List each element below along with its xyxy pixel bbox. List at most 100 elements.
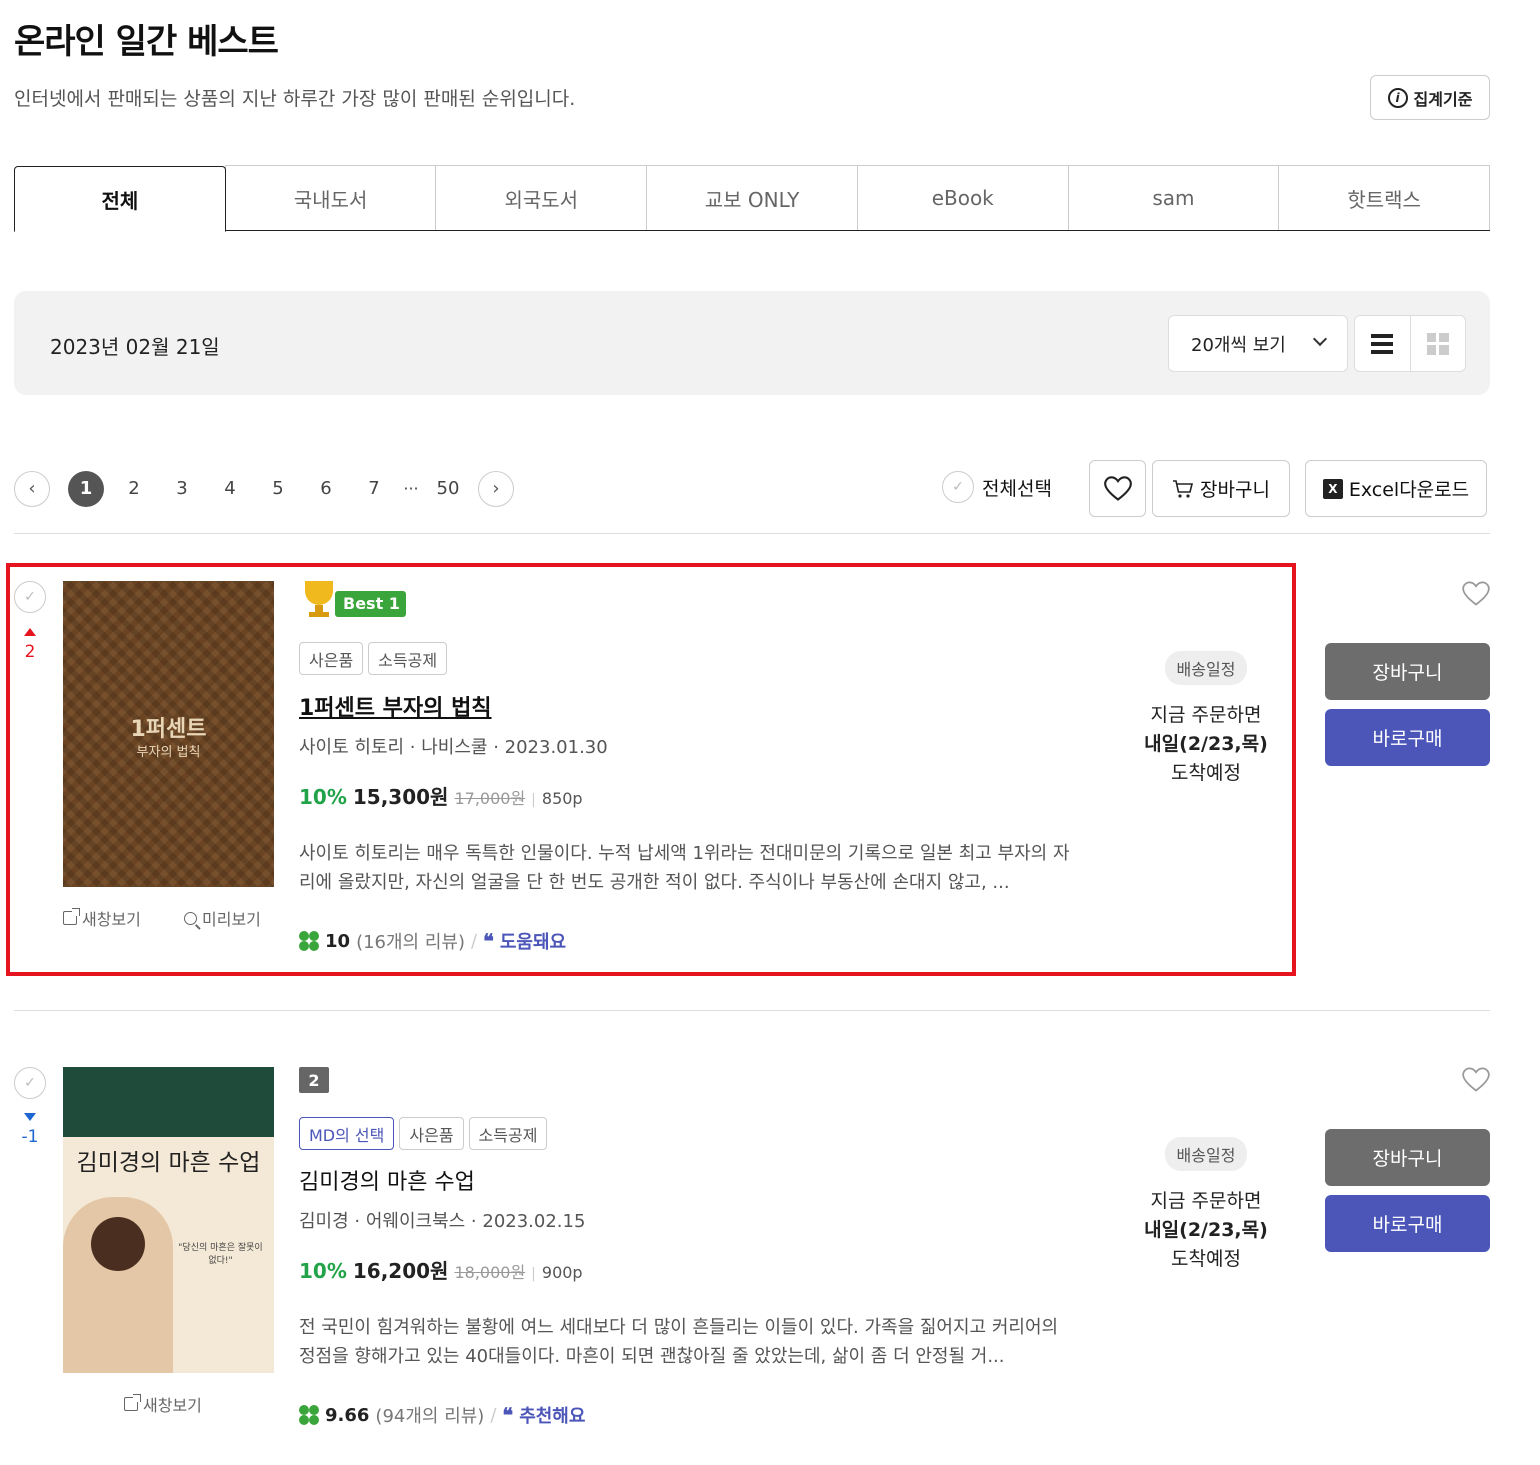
- delivery-line-1: 지금 주문하면: [1150, 1190, 1262, 1212]
- delivery-date: 내일(2/23,목): [1144, 1219, 1268, 1241]
- rating-score: 10: [325, 930, 351, 952]
- trophy-icon: [299, 579, 339, 619]
- original-price: 18,000원: [454, 1263, 526, 1282]
- book-price: 10% 15,300원 17,000원 | 850p: [299, 781, 583, 810]
- cart-button[interactable]: 장바구니: [1325, 643, 1490, 700]
- page-current[interactable]: 1: [68, 470, 104, 507]
- category-tabs: 전체 국내도서 외국도서 교보 ONLY eBook sam 핫트랙스: [14, 165, 1491, 232]
- wishlist-button[interactable]: [1089, 460, 1146, 517]
- book-review: 9.66 (94개의 리뷰) / ❝ 추천해요: [299, 1402, 585, 1428]
- delivery-line-1: 지금 주문하면: [1150, 704, 1262, 726]
- book-select-checkbox[interactable]: ✓: [14, 581, 46, 613]
- page-title: 온라인 일간 베스트: [14, 22, 279, 62]
- list-icon: [1371, 333, 1394, 354]
- book-cover[interactable]: 김미경의 마흔 수업 "당신의 마흔은 잘못이 없다!": [63, 1067, 274, 1373]
- book-description: 전 국민이 힘겨워하는 불황에 여느 세대보다 더 많이 흔들리는 이들이 있다…: [299, 1317, 1059, 1367]
- clover-icon: [299, 931, 319, 951]
- prev-page-button[interactable]: ‹: [14, 470, 50, 507]
- cover-subtitle: 부자의 법칙: [136, 745, 201, 760]
- review-keyword[interactable]: 도움돼요: [500, 928, 566, 954]
- heart-icon[interactable]: [1462, 1067, 1490, 1093]
- tab-foreign[interactable]: 외국도서: [435, 165, 648, 230]
- page-last[interactable]: 50: [424, 478, 472, 499]
- review-keyword[interactable]: 추천해요: [519, 1402, 585, 1428]
- page-7[interactable]: 7: [350, 478, 398, 499]
- book-title[interactable]: 1퍼센트 부자의 법칙: [299, 690, 492, 722]
- new-window-link[interactable]: 새창보기: [124, 1392, 202, 1416]
- rank-change-value: 2: [24, 642, 36, 662]
- buy-now-button[interactable]: 바로구매: [1325, 1195, 1490, 1252]
- reward-points: 900p: [541, 1263, 583, 1282]
- preview-label: 미리보기: [202, 910, 261, 929]
- discount-rate: 10%: [299, 785, 347, 809]
- original-price: 17,000원: [454, 789, 526, 808]
- page-6[interactable]: 6: [302, 478, 350, 499]
- book-title[interactable]: 김미경의 마흔 수업: [299, 1164, 475, 1196]
- book-tags: 사은품 소득공제: [299, 642, 448, 675]
- buy-now-button[interactable]: 바로구매: [1325, 709, 1490, 766]
- page-2[interactable]: 2: [110, 478, 158, 499]
- quote-icon: ❝: [502, 1403, 514, 1427]
- book-info: 2: [299, 1067, 329, 1093]
- list-view-button[interactable]: [1355, 316, 1410, 371]
- cover-portrait: [63, 1197, 173, 1373]
- select-all[interactable]: ✓ 전체선택: [942, 471, 1052, 503]
- next-page-button[interactable]: ›: [478, 470, 514, 507]
- view-toggle: [1354, 315, 1466, 372]
- tab-domestic[interactable]: 국내도서: [224, 165, 437, 230]
- new-window-link[interactable]: 새창보기: [63, 906, 141, 930]
- page-4[interactable]: 4: [206, 478, 254, 499]
- heart-icon[interactable]: [1462, 581, 1490, 607]
- tag-md-pick: MD의 선택: [299, 1117, 395, 1150]
- excel-download-button[interactable]: X Excel다운로드: [1305, 460, 1487, 517]
- book-info: Best 1: [299, 579, 406, 619]
- chevron-down-icon: [1312, 331, 1328, 347]
- page-description: 인터넷에서 판매되는 상품의 지난 하루간 가장 많이 판매된 순위입니다.: [14, 88, 576, 110]
- divider: [14, 533, 1490, 534]
- best-rank-label: Best 1: [335, 591, 406, 617]
- tab-ebook[interactable]: eBook: [856, 165, 1069, 230]
- ranking-date: 2023년 02월 21일: [50, 335, 220, 359]
- preview-link[interactable]: 미리보기: [184, 906, 261, 930]
- search-icon: [184, 911, 197, 925]
- tab-kyobo-only[interactable]: 교보 ONLY: [646, 165, 858, 230]
- rank-up-icon: [24, 628, 36, 636]
- review-count[interactable]: (16개의 리뷰): [356, 928, 465, 954]
- heart-icon: [1103, 475, 1132, 501]
- cart-button-label: 장바구니: [1200, 479, 1270, 501]
- book-select-checkbox[interactable]: ✓: [14, 1067, 46, 1099]
- date-toolbar: 2023년 02월 21일 20개씩 보기: [14, 291, 1490, 395]
- cart-button[interactable]: 장바구니: [1325, 1129, 1490, 1186]
- page-5[interactable]: 5: [254, 478, 302, 499]
- grid-view-button[interactable]: [1409, 316, 1466, 371]
- book-tags: MD의 선택 사은품 소득공제: [299, 1117, 548, 1150]
- tab-sam[interactable]: sam: [1067, 165, 1280, 230]
- delivery-line-3: 도착예정: [1171, 1248, 1241, 1270]
- page-3[interactable]: 3: [158, 478, 206, 499]
- excel-button-label: Excel다운로드: [1348, 479, 1470, 501]
- per-page-select[interactable]: 20개씩 보기: [1168, 315, 1348, 372]
- tag-gift: 사은품: [399, 1117, 464, 1150]
- reward-points: 850p: [541, 789, 583, 808]
- review-count[interactable]: (94개의 리뷰): [375, 1402, 484, 1428]
- book-price: 10% 16,200원 18,000원 | 900p: [299, 1255, 583, 1284]
- info-icon: i: [1387, 87, 1408, 108]
- delivery-info: 배송일정 지금 주문하면 내일(2/23,목) 도착예정: [1130, 1137, 1282, 1274]
- book-meta: 사이토 히토리 · 나비스쿨 · 2023.01.30: [299, 737, 608, 758]
- best-badge: Best 1: [299, 579, 406, 619]
- add-to-cart-button[interactable]: 장바구니: [1152, 460, 1290, 517]
- external-link-icon: [63, 908, 80, 925]
- book-cover[interactable]: 1퍼센트 부자의 법칙: [63, 581, 274, 887]
- tag-gift: 사은품: [299, 642, 364, 675]
- new-window-label: 새창보기: [82, 910, 141, 929]
- tab-hottracks[interactable]: 핫트랙스: [1278, 165, 1491, 230]
- criteria-button[interactable]: i 집계기준: [1370, 75, 1490, 120]
- sale-price: 16,200원: [352, 1259, 449, 1283]
- pagination: ‹ 1 2 3 4 5 6 7 ··· 50 ›: [14, 470, 514, 507]
- tab-all[interactable]: 전체: [14, 166, 226, 232]
- check-icon: ✓: [942, 471, 974, 503]
- quote-icon: ❝: [483, 929, 494, 953]
- delivery-info: 배송일정 지금 주문하면 내일(2/23,목) 도착예정: [1130, 651, 1282, 788]
- tag-tax-deduction: 소득공제: [368, 642, 448, 675]
- select-all-label: 전체선택: [982, 477, 1052, 500]
